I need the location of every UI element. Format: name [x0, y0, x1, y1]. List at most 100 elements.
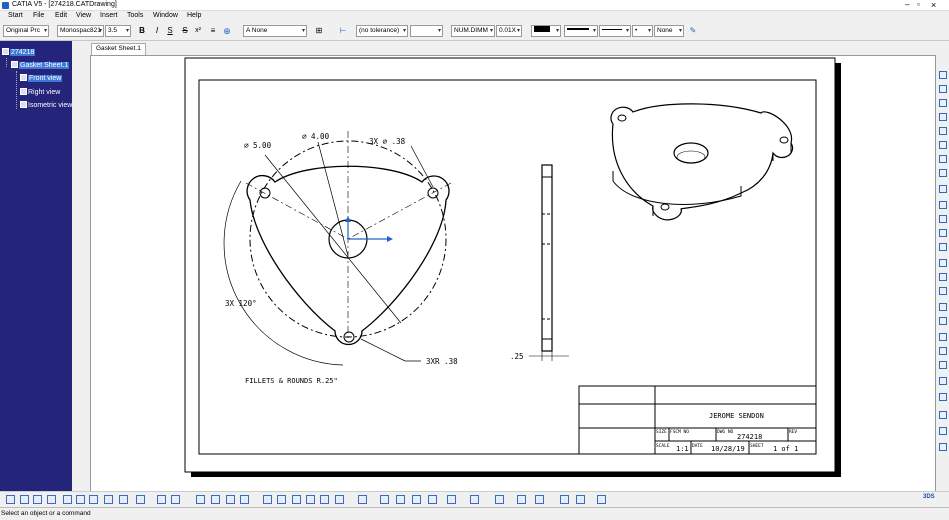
color-combo[interactable]: ▾ [531, 25, 561, 37]
sketch-icon[interactable] [939, 85, 947, 93]
title-block-icon[interactable] [576, 495, 585, 504]
pattern-combo[interactable]: None ▾ [654, 25, 684, 37]
tree-item-sheet[interactable]: Gasket Sheet.1 [11, 61, 70, 69]
insert-symbol-icon[interactable]: ⊞ [313, 25, 325, 37]
corner-icon[interactable] [939, 411, 947, 419]
zoom-area-icon[interactable] [320, 495, 329, 504]
layer-icon[interactable] [196, 495, 205, 504]
point-icon[interactable] [939, 361, 947, 369]
title-block-date[interactable]: 10/28/19 [711, 445, 745, 453]
area-fill-icon[interactable] [939, 303, 947, 311]
point-type-combo[interactable]: • ▾ [632, 25, 653, 37]
grid-toggle-icon[interactable] [380, 495, 389, 504]
bold-button[interactable]: B [138, 25, 146, 37]
circle-icon[interactable] [939, 333, 947, 341]
italic-button[interactable]: I [153, 25, 161, 37]
sheet-paper[interactable] [184, 57, 836, 473]
normal-view-icon[interactable] [335, 495, 344, 504]
whats-this-icon[interactable] [136, 495, 145, 504]
comment-icon[interactable] [171, 495, 180, 504]
detail-icon[interactable] [939, 127, 947, 135]
line-thickness-combo[interactable]: ▾ [564, 25, 598, 37]
clipping-icon[interactable] [939, 141, 947, 149]
strikethrough-button[interactable]: S [181, 25, 189, 37]
paste-icon[interactable] [89, 495, 98, 504]
update-icon[interactable] [535, 495, 544, 504]
color-mode-icon[interactable] [495, 495, 504, 504]
title-block-scale[interactable]: 1:1 [676, 445, 689, 453]
tab-gasket-sheet[interactable]: Gasket Sheet.1 [91, 43, 146, 55]
copy-object-format-icon[interactable]: ✎ [687, 25, 699, 37]
drawing-canvas[interactable]: ∅ 5.00 ∅ 4.00 3X ∅ .38 3X 120° 3XR .38 F… [90, 55, 936, 506]
restore-icon[interactable]: ▫ [917, 0, 920, 10]
minimize-icon[interactable]: – [905, 0, 909, 10]
title-block-dwg-number[interactable]: 274218 [737, 433, 762, 441]
symbol-icon[interactable] [939, 229, 947, 237]
filter-generated-icon[interactable] [447, 495, 456, 504]
new-file-icon[interactable] [6, 495, 15, 504]
frame-icon[interactable] [560, 495, 569, 504]
tree-item-isometric-view[interactable]: Isometric view [20, 101, 72, 109]
fit-all-icon[interactable] [263, 495, 272, 504]
constraint-icon[interactable] [412, 495, 421, 504]
filter-icon[interactable] [211, 495, 220, 504]
open-file-icon[interactable] [20, 495, 29, 504]
copy-icon[interactable] [76, 495, 85, 504]
font-size-combo[interactable]: 3.5 ▾ [105, 25, 131, 37]
wizard-icon[interactable] [939, 169, 947, 177]
superscript-button[interactable]: x² [193, 25, 203, 37]
cut-icon[interactable] [63, 495, 72, 504]
text-align-icon[interactable]: ≡ [207, 25, 219, 37]
fillets-note[interactable]: FILLETS & ROUNDS R.25" [245, 377, 338, 385]
axis-icon[interactable] [939, 259, 947, 267]
close-icon[interactable]: × [931, 0, 936, 10]
menu-start[interactable]: Start [8, 12, 23, 19]
undo-icon[interactable] [104, 495, 113, 504]
menu-tools[interactable]: Tools [127, 12, 143, 19]
title-block-sheet[interactable]: 1 of 1 [773, 445, 798, 453]
menu-view[interactable]: View [76, 12, 91, 19]
dim-angle[interactable]: 3X 120° [225, 299, 257, 308]
redo-icon[interactable] [119, 495, 128, 504]
text-icon[interactable] [939, 215, 947, 223]
select-icon[interactable] [939, 71, 947, 79]
underline-button[interactable]: S [166, 25, 174, 37]
thread-icon[interactable] [939, 273, 947, 281]
properties-icon[interactable] [226, 495, 235, 504]
save-icon[interactable] [33, 495, 42, 504]
mirror-icon[interactable] [939, 443, 947, 451]
analysis-icon[interactable] [240, 495, 249, 504]
pan-icon[interactable] [277, 495, 286, 504]
precision-combo[interactable]: 0.01X ▾ [496, 25, 522, 37]
snap-icon[interactable] [396, 495, 405, 504]
dim-diameter-4[interactable]: ∅ 4.00 [302, 132, 330, 141]
tree-root[interactable]: 274218 [2, 48, 36, 56]
frame-combo[interactable]: A None ▾ [243, 25, 307, 37]
dimension-properties-icon[interactable]: ⊢ [337, 25, 349, 37]
menu-file[interactable]: File [33, 12, 44, 19]
dimension-system-icon[interactable] [428, 495, 437, 504]
tolerance-icon[interactable] [939, 201, 947, 209]
center-line-icon[interactable] [939, 287, 947, 295]
numerical-display-combo[interactable]: NUM.DIMM ▾ [451, 25, 495, 37]
section-icon[interactable] [939, 113, 947, 121]
line-icon[interactable] [939, 347, 947, 355]
menu-insert[interactable]: Insert [100, 12, 118, 19]
tolerance-combo[interactable]: (no tolerance) ▾ [356, 25, 408, 37]
trim-icon[interactable] [939, 427, 947, 435]
tree-item-front-view[interactable]: Front view [20, 74, 63, 82]
grid-icon[interactable] [939, 393, 947, 401]
hide-show-icon[interactable] [358, 495, 367, 504]
table-icon[interactable] [939, 243, 947, 251]
dim-radius[interactable]: 3XR .38 [426, 357, 458, 366]
menu-window[interactable]: Window [153, 12, 178, 19]
analysis-display-icon[interactable] [470, 495, 479, 504]
zoom-in-icon[interactable] [292, 495, 301, 504]
style-combo[interactable]: Original Prc ▾ [3, 25, 49, 37]
view-icon[interactable] [939, 99, 947, 107]
tree-item-right-view[interactable]: Right view [20, 88, 60, 96]
dim-thickness[interactable]: .25 [510, 352, 524, 361]
break-icon[interactable] [939, 155, 947, 163]
arrow-icon[interactable] [939, 317, 947, 325]
menu-help[interactable]: Help [187, 12, 201, 19]
